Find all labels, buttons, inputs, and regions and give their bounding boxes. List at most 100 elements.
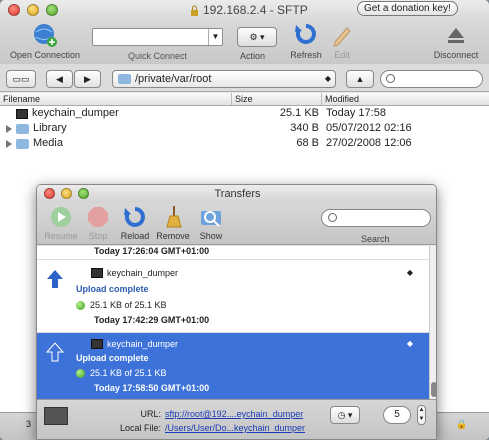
magnifier-folder-icon	[201, 211, 221, 227]
file-row[interactable]: Media 68 B 27/02/2008 12:06	[0, 136, 489, 151]
close-button[interactable]	[8, 4, 20, 16]
back-button[interactable]: ◀	[46, 70, 73, 88]
filename-column-header[interactable]: Filename	[0, 93, 232, 105]
pencil-icon	[333, 27, 351, 47]
resume-label: Resume	[44, 231, 78, 241]
open-connection-button[interactable]: Open Connection	[6, 22, 84, 60]
search-icon	[328, 213, 337, 222]
file-row[interactable]: keychain_dumper 25.1 KB Today 17:58	[0, 106, 489, 121]
local-file-label: Local File:	[119, 423, 161, 433]
stop-button[interactable]: Stop	[78, 205, 118, 241]
remove-label: Remove	[156, 231, 190, 241]
disconnect-label: Disconnect	[433, 50, 479, 60]
transfers-title-bar: Transfers	[37, 185, 436, 203]
filter-search-field[interactable]	[380, 70, 483, 88]
action-menu-button[interactable]: ⚙ ▾	[237, 27, 277, 47]
transfers-footer: URL: sftp://root@192....eychain_dumper L…	[37, 399, 436, 439]
item-menu-icon[interactable]: ◆	[407, 268, 413, 277]
transfers-window: Transfers Resume Stop Reload Remove Show…	[36, 184, 437, 440]
path-text: /private/var/root	[135, 73, 212, 85]
folder-icon	[118, 74, 131, 84]
resume-button[interactable]: Resume	[41, 205, 81, 241]
transfer-status: Upload complete	[76, 353, 149, 363]
executable-file-icon	[91, 339, 103, 349]
donation-key-button[interactable]: Get a donation key!	[357, 1, 458, 16]
connections-field[interactable]: 5	[383, 406, 411, 424]
complete-status-icon	[76, 368, 85, 378]
transfer-item[interactable]: keychain_dumper Upload complete 25.1 KB …	[37, 262, 429, 332]
gear-icon: ⚙ ▾	[249, 32, 265, 42]
transfers-close-button[interactable]	[44, 188, 55, 199]
window-title-text: 192.168.2.4 - SFTP	[203, 3, 308, 17]
transfer-progress: 25.1 KB of 25.1 KB	[90, 368, 167, 378]
show-button[interactable]: Show	[191, 205, 231, 241]
remove-button[interactable]: Remove	[153, 205, 193, 241]
transfers-zoom-button[interactable]	[78, 188, 89, 199]
reload-icon	[124, 207, 145, 227]
folder-icon	[16, 138, 29, 149]
disclosure-triangle-icon[interactable]	[6, 124, 12, 133]
file-list-header: Filename Size Modified	[0, 93, 489, 106]
url-link[interactable]: sftp://root@192....eychain_dumper	[165, 409, 303, 419]
window-title: 192.168.2.4 - SFTP	[190, 3, 308, 17]
arrow-up-icon: ▲	[355, 74, 365, 84]
transfer-timestamp: Today 17:58:50 GMT+01:00	[94, 383, 210, 393]
transfers-scrollbar[interactable]	[429, 246, 436, 399]
local-file-link[interactable]: /Users/User/Do...keychain_dumper	[165, 423, 305, 433]
file-row[interactable]: Library 340 B 05/07/2012 02:16	[0, 121, 489, 136]
executable-file-icon	[16, 108, 28, 119]
forward-button[interactable]: ▶	[74, 70, 101, 88]
minimize-button[interactable]	[27, 4, 39, 16]
arrow-left-icon: ◀	[56, 74, 63, 84]
file-modified: 27/02/2008 12:06	[326, 137, 412, 149]
scroll-thumb[interactable]	[431, 382, 436, 397]
book-icon: ▭▭	[12, 74, 30, 84]
search-icon	[386, 74, 395, 83]
item-menu-icon[interactable]: ◆	[407, 339, 413, 348]
chevron-up-icon[interactable]: ▲	[419, 407, 425, 413]
lock-icon	[191, 5, 198, 16]
chevron-down-icon[interactable]: ▼	[208, 29, 222, 45]
stop-label: Stop	[88, 231, 108, 241]
disconnect-button[interactable]: Disconnect	[426, 22, 486, 60]
broom-icon	[166, 206, 182, 228]
refresh-icon	[295, 24, 316, 44]
reload-button[interactable]: Reload	[115, 205, 155, 241]
file-size: 68 B	[296, 137, 319, 149]
size-column-header[interactable]: Size	[232, 93, 322, 105]
file-size: 340 B	[290, 122, 319, 134]
file-modified: Today 17:58	[326, 107, 386, 119]
bandwidth-menu-button[interactable]: ◷ ▾	[330, 406, 360, 424]
action-label: Action	[240, 51, 266, 61]
navigation-bar: ▭▭ ◀ ▶ /private/var/root ◆ ▲	[0, 64, 489, 92]
edit-button[interactable]: Edit	[327, 22, 357, 60]
title-bar: 192.168.2.4 - SFTP Get a donation key!	[0, 0, 489, 20]
quick-connect-combobox[interactable]: ▼	[92, 28, 223, 46]
item-count: 3	[26, 419, 32, 429]
search-label: Search	[361, 234, 390, 244]
file-name: Media	[33, 137, 63, 149]
modified-column-header[interactable]: Modified	[322, 93, 489, 105]
window-controls	[8, 4, 58, 16]
url-label: URL:	[140, 409, 161, 419]
transfers-minimize-button[interactable]	[61, 188, 72, 199]
toggle-view-button[interactable]: ▭▭	[6, 70, 36, 88]
arrow-right-icon: ▶	[84, 74, 91, 84]
path-selector[interactable]: /private/var/root ◆	[112, 70, 336, 88]
eject-icon	[448, 28, 464, 43]
transfers-window-controls	[44, 188, 89, 199]
transfers-search-field[interactable]	[321, 209, 431, 227]
parent-directory-button[interactable]: ▲	[346, 70, 374, 88]
connections-stepper[interactable]: ▲ ▼	[417, 405, 426, 425]
edit-label: Edit	[334, 50, 350, 60]
zoom-button[interactable]	[46, 4, 58, 16]
transfers-list: Today 17:26:04 GMT+01:00 keychain_dumper…	[37, 246, 429, 399]
file-name: Library	[33, 122, 67, 134]
chevron-down-icon[interactable]: ▼	[419, 416, 425, 422]
chevron-updown-icon: ◆	[324, 74, 331, 83]
main-toolbar: Open Connection ▼ Quick Connect ⚙ ▾ Acti…	[0, 20, 489, 64]
disclosure-triangle-icon[interactable]	[6, 139, 12, 148]
refresh-button[interactable]: Refresh	[286, 22, 326, 60]
transfer-timestamp: Today 17:26:04 GMT+01:00	[94, 246, 210, 256]
transfer-item-selected[interactable]: keychain_dumper Upload complete 25.1 KB …	[37, 333, 429, 399]
